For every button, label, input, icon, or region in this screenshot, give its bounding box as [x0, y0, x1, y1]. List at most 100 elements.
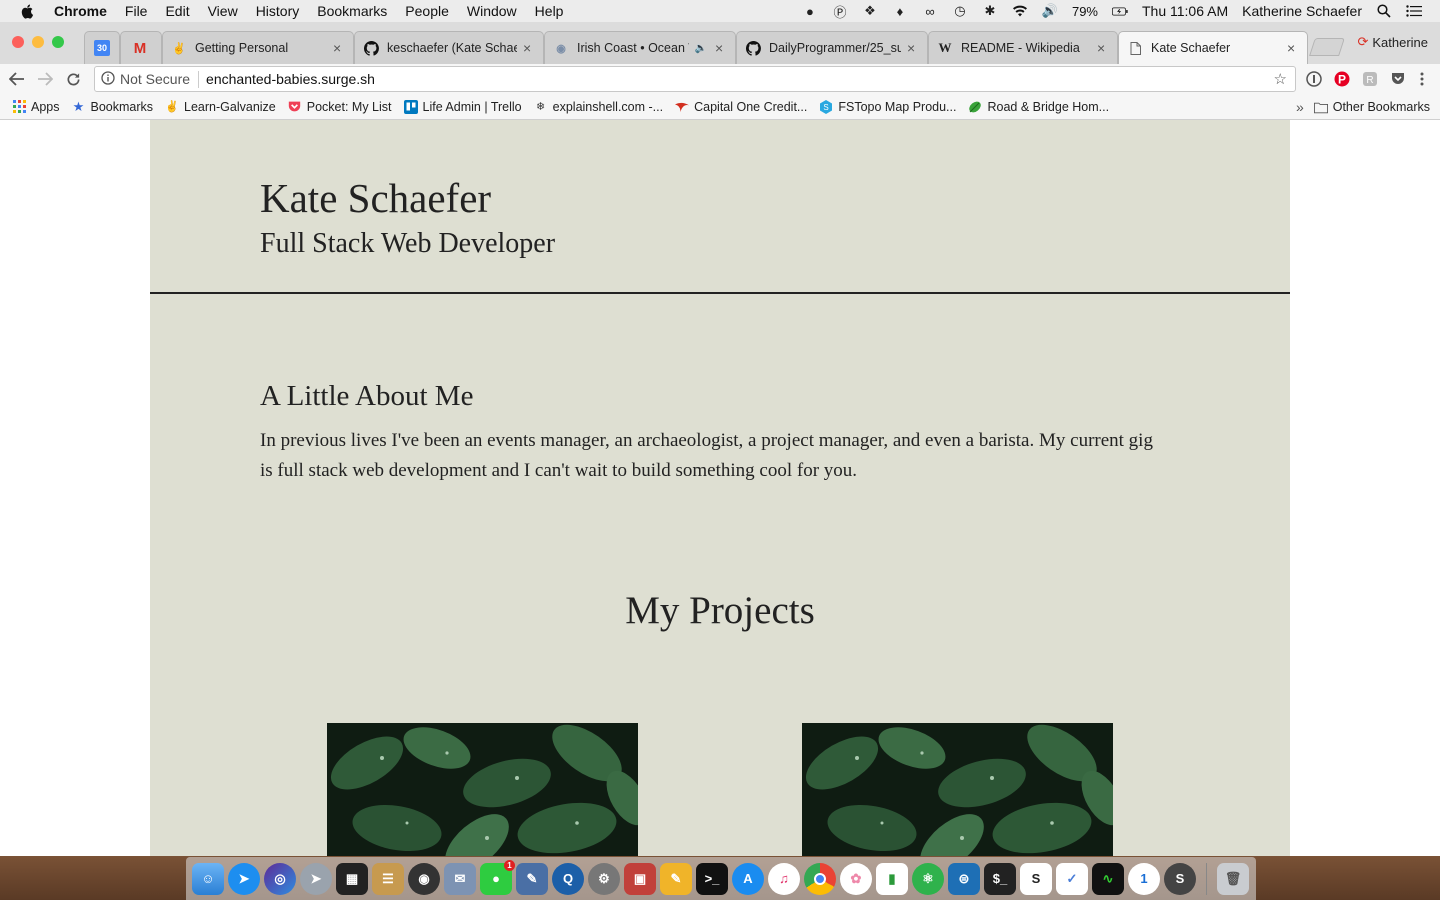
address-bar[interactable]: Not Secure enchanted-babies.surge.sh ☆ [94, 66, 1296, 92]
bookmark-trello[interactable]: Life Admin | Trello [403, 99, 522, 114]
dropbox-status-icon[interactable]: ❖ [862, 3, 878, 19]
minimize-window-button[interactable] [32, 36, 44, 48]
launchpad-icon[interactable]: ➤ [300, 862, 332, 895]
bookmark-road-bridge[interactable]: Road & Bridge Hom... [968, 100, 1109, 114]
vscode-icon[interactable]: ⊜ [948, 862, 980, 895]
activity-monitor-icon[interactable]: ∿ [1092, 862, 1124, 895]
wifi-icon[interactable] [1012, 3, 1028, 19]
bookmark-capital-one[interactable]: Capital One Credit... [675, 100, 807, 114]
apple-menu-icon[interactable] [20, 3, 36, 19]
itunes-icon[interactable]: ♫ [768, 862, 800, 895]
siri-icon[interactable]: ◎ [264, 862, 296, 895]
battery-charging-icon[interactable] [1112, 3, 1128, 19]
tab-close-icon[interactable]: × [1097, 40, 1109, 56]
forward-arrow-icon[interactable] [31, 67, 59, 91]
glasses-status-icon[interactable]: ∞ [922, 3, 938, 19]
evernote-status-icon[interactable]: ♦ [892, 3, 908, 19]
sublime-icon[interactable]: S [1164, 862, 1196, 895]
things-icon[interactable]: ✓ [1056, 862, 1088, 895]
menu-history[interactable]: History [256, 3, 300, 19]
tab-github-keschaefer[interactable]: keschaefer (Kate Schaefer) × [354, 31, 544, 64]
notification-center-icon[interactable] [1406, 3, 1422, 19]
bookmark-learn-galvanize[interactable]: ✌ Learn-Galvanize [165, 100, 276, 114]
tab-gmail[interactable]: M [120, 31, 162, 64]
preview-icon[interactable]: ✎ [516, 862, 548, 895]
bookmark-bookmarks[interactable]: ★ Bookmarks [72, 99, 153, 114]
menubar-clock[interactable]: Thu 11:06 AM [1142, 3, 1228, 19]
menu-people[interactable]: People [405, 3, 449, 19]
bookmark-fstopo[interactable]: S FSTopo Map Produ... [819, 99, 956, 114]
slack-icon[interactable]: S [1020, 862, 1052, 895]
tab-readme-wikipedia[interactable]: W README - Wikipedia × [928, 31, 1118, 64]
menu-help[interactable]: Help [535, 3, 564, 19]
url-text[interactable]: enchanted-babies.surge.sh [206, 71, 375, 87]
pinterest-extension-icon[interactable]: P [1332, 69, 1352, 89]
pages-icon[interactable]: ✎ [660, 862, 692, 895]
mission-control-icon[interactable]: ▦ [336, 862, 368, 895]
tab-daily-programmer[interactable]: DailyProgrammer/25_su × [736, 31, 928, 64]
tab-close-icon[interactable]: × [523, 40, 535, 56]
terminal-icon[interactable]: >_ [696, 862, 728, 895]
iterm-icon[interactable]: $_ [984, 862, 1016, 895]
menu-file[interactable]: File [125, 3, 148, 19]
hand-icon: ✌ [172, 42, 186, 55]
bookmarks-overflow-chevron[interactable]: » [1296, 99, 1304, 115]
tab-irish-coast[interactable]: ◉ Irish Coast • Ocean Waves 🔈 × [544, 31, 736, 64]
tab-calendar[interactable]: 30 [84, 31, 120, 64]
close-window-button[interactable] [12, 36, 24, 48]
chrome-menu-icon[interactable] [1412, 69, 1432, 89]
quicktime-icon[interactable]: Q [552, 862, 584, 895]
photo-booth-icon[interactable]: ▣ [624, 862, 656, 895]
safari-icon[interactable]: ➤ [228, 862, 260, 895]
menu-edit[interactable]: Edit [165, 3, 189, 19]
bookmark-explainshell[interactable]: ❄ explainshell.com -... [534, 100, 663, 114]
tab-close-icon[interactable]: × [907, 40, 919, 56]
tab-close-icon[interactable]: × [715, 40, 727, 56]
tab-close-icon[interactable]: × [1287, 40, 1299, 56]
profile-button[interactable]: ⟳ Katherine [1357, 34, 1428, 50]
back-arrow-icon[interactable] [3, 67, 31, 91]
bookmark-apps[interactable]: Apps [12, 100, 60, 114]
mail-icon[interactable]: ✉ [444, 862, 476, 895]
project-thumbnail-2[interactable] [802, 723, 1113, 856]
bookmark-pocket[interactable]: Pocket: My List [288, 100, 392, 114]
tab-close-icon[interactable]: × [333, 40, 345, 56]
chrome-icon[interactable] [804, 862, 836, 895]
other-bookmarks-folder[interactable]: Other Bookmarks [1313, 100, 1430, 114]
project-thumbnail-1[interactable] [327, 723, 638, 856]
atom-icon[interactable]: ⚛ [912, 862, 944, 895]
trello-icon [403, 99, 418, 114]
incognito-status-icon[interactable]: ● [802, 3, 818, 19]
messages-icon[interactable]: ● 1 [480, 859, 515, 895]
photos-icon[interactable]: ✿ [840, 862, 872, 895]
numbers-icon[interactable]: ▮ [876, 862, 908, 895]
extension-grey-icon[interactable]: R [1360, 69, 1380, 89]
menu-app-name[interactable]: Chrome [54, 3, 107, 19]
bluetooth-icon[interactable]: ✱ [982, 3, 998, 19]
notes-app-icon[interactable]: ☰ [372, 862, 404, 895]
finder-icon[interactable]: ☺ [192, 862, 224, 895]
menu-view[interactable]: View [208, 3, 238, 19]
menu-bookmarks[interactable]: Bookmarks [317, 3, 387, 19]
audio-playing-icon[interactable]: 🔈 [693, 40, 709, 56]
tab-kate-schaefer[interactable]: Kate Schaefer × [1118, 31, 1308, 64]
onepassword-status-icon[interactable]: Ⓟ [832, 3, 848, 20]
onepassword-app-icon[interactable]: 1 [1128, 862, 1160, 895]
tab-getting-personal[interactable]: ✌ Getting Personal × [162, 31, 354, 64]
security-indicator[interactable]: Not Secure [101, 70, 200, 88]
reload-icon[interactable] [59, 67, 87, 91]
spotlight-search-icon[interactable] [1376, 3, 1392, 19]
system-preferences-icon[interactable]: ⚙ [588, 862, 620, 895]
zoom-window-button[interactable] [52, 36, 64, 48]
new-tab-button[interactable] [1309, 38, 1345, 56]
onepassword-extension-icon[interactable] [1304, 69, 1324, 89]
trash-icon[interactable]: 🗑 [1217, 862, 1249, 895]
time-machine-icon[interactable]: ◷ [952, 3, 968, 19]
volume-icon[interactable]: 🔊 [1042, 3, 1058, 19]
pocket-extension-icon[interactable] [1388, 69, 1408, 89]
menubar-user[interactable]: Katherine Schaefer [1242, 3, 1362, 19]
menu-window[interactable]: Window [467, 3, 517, 19]
app-store-icon[interactable]: A [732, 862, 764, 895]
dashboard-icon[interactable]: ◉ [408, 862, 440, 895]
bookmark-star-icon[interactable]: ☆ [1274, 70, 1287, 88]
